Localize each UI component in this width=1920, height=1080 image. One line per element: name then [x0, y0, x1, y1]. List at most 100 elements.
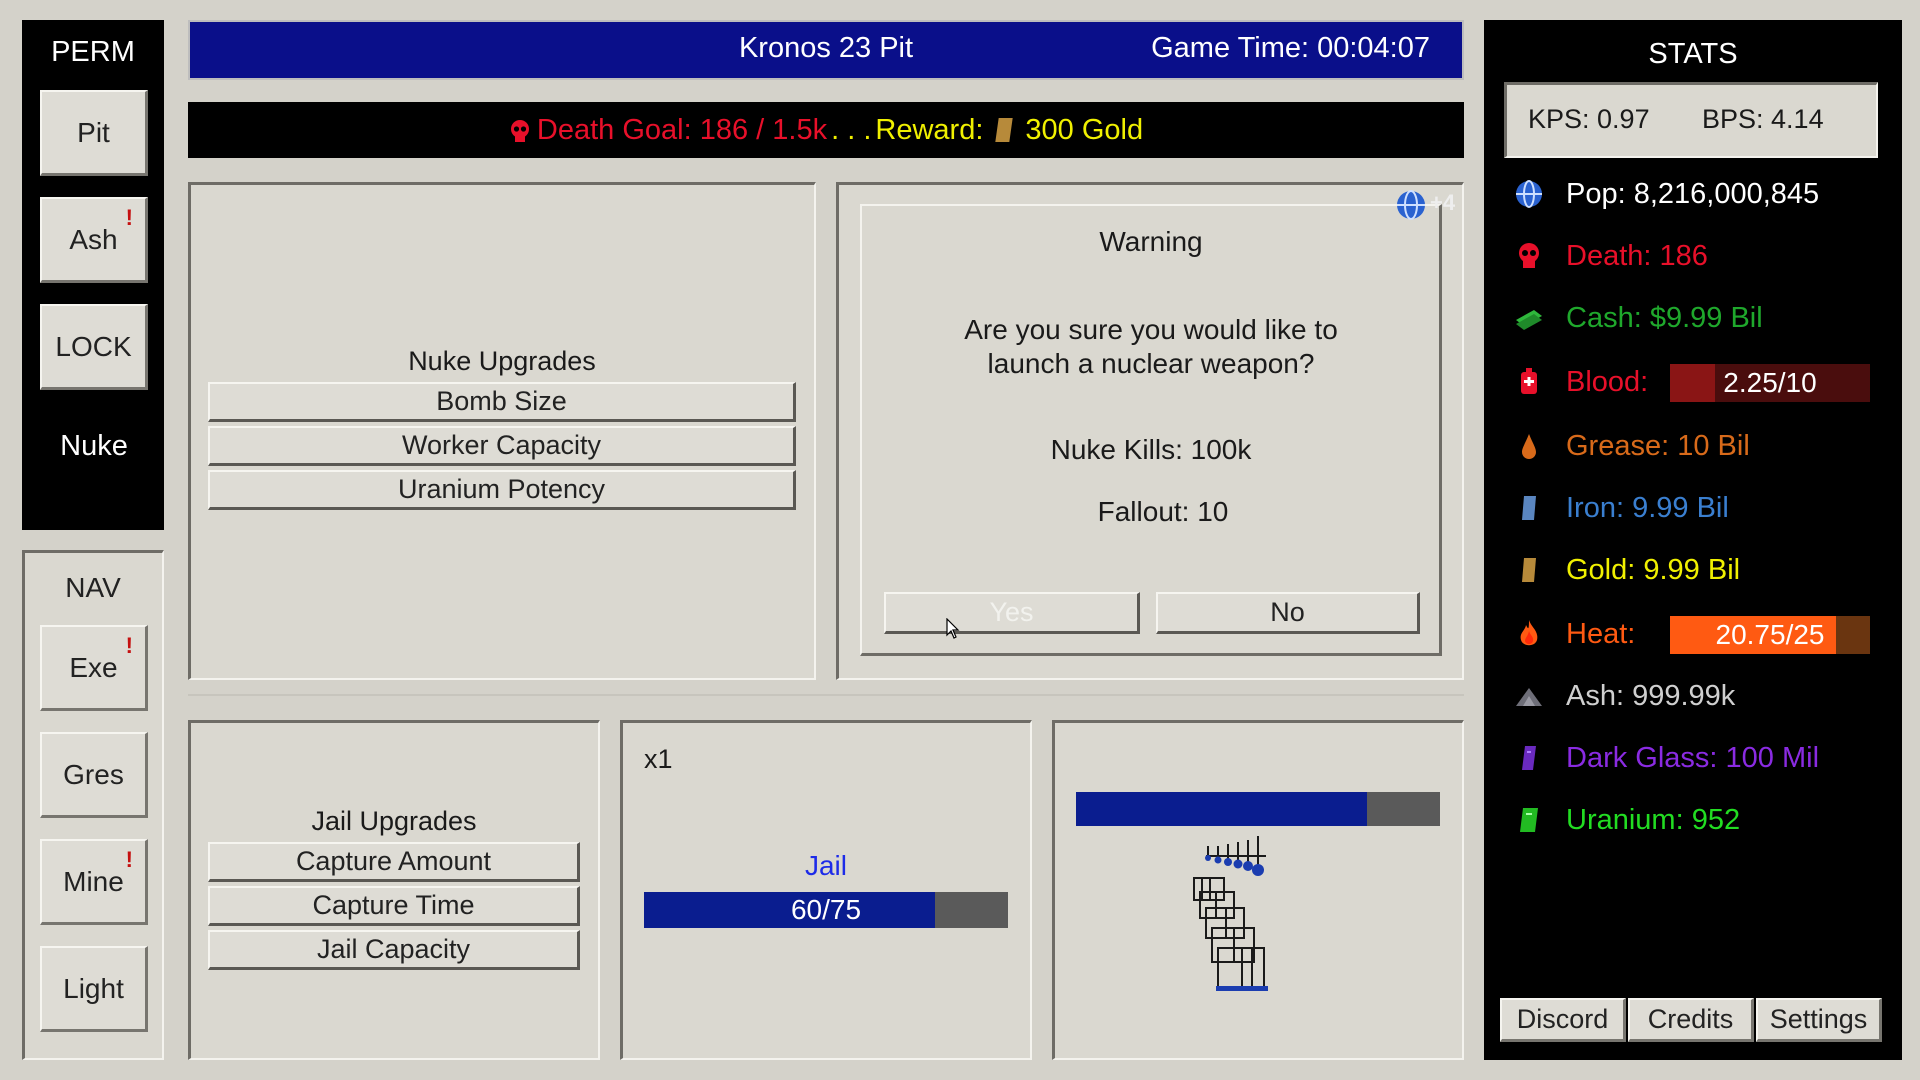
kps-text: KPS: 0.97: [1528, 104, 1650, 134]
stat-pop: Pop: 8,216,000,845: [1514, 174, 1819, 214]
gold-text: Gold: 9.99 Bil: [1566, 553, 1741, 586]
grease-drop-icon: [1514, 431, 1544, 461]
nav-title: NAV: [65, 572, 121, 603]
pop-text: Pop: 8,216,000,845: [1566, 177, 1820, 210]
reward-label: Reward:: [875, 113, 984, 146]
nav-item-mine[interactable]: Mine!: [40, 839, 148, 925]
perm-title: PERM: [51, 36, 135, 68]
dialog-title: Warning: [1099, 226, 1203, 257]
perm-item-pit[interactable]: Pit: [40, 90, 148, 176]
nav-item-gres[interactable]: Gres: [40, 732, 148, 818]
jail-progress-track: 60/75: [644, 892, 1008, 928]
stat-cash: Cash: $9.99 Bil: [1514, 298, 1763, 338]
fallout-text: Fallout: 10: [1097, 496, 1229, 527]
capture-amount-button[interactable]: Capture Amount: [208, 842, 580, 882]
goal-bar: Death Goal: 186 / 1.5k . . . Reward: 300…: [188, 102, 1464, 158]
gold-bar-icon: [1514, 555, 1544, 585]
cash-icon: [1514, 303, 1544, 333]
alert-icon: !: [125, 633, 133, 658]
stat-iron: Iron: 9.99 Bil: [1514, 488, 1729, 528]
jail-upgrades-title: Jail Upgrades: [311, 806, 477, 836]
alert-icon: !: [125, 847, 133, 872]
perm-item-lock[interactable]: LOCK: [40, 304, 148, 390]
discord-button[interactable]: Discord: [1500, 998, 1626, 1042]
iron-text: Iron: 9.99 Bil: [1566, 491, 1729, 524]
jail-multiplier: x1: [644, 744, 673, 774]
globe-icon[interactable]: [1394, 188, 1428, 222]
scene-progress-fill: [1076, 792, 1368, 826]
no-button[interactable]: No: [1156, 592, 1420, 634]
scene-progress-track: [1076, 792, 1440, 826]
globe-icon: [1514, 179, 1544, 209]
bps-text: BPS: 4.14: [1702, 104, 1824, 134]
nav-item-mine-label: Mine: [63, 865, 124, 897]
blood-value: 2.25/10: [1723, 367, 1817, 398]
game-time: Game Time: 00:04:07: [1151, 32, 1430, 64]
warning-dialog: [860, 204, 1442, 656]
blood-label: Blood:: [1566, 365, 1649, 398]
grease-text: Grease: 10 Bil: [1566, 429, 1750, 462]
dialog-message-line1: Are you sure you would like to: [964, 314, 1338, 345]
stats-title: STATS: [1648, 38, 1738, 70]
nuke-kills-text: Nuke Kills: 100k: [1050, 434, 1252, 465]
jail-capacity-button[interactable]: Jail Capacity: [208, 930, 580, 970]
perm-item-lock-label: LOCK: [55, 330, 132, 362]
nav-item-light[interactable]: Light: [40, 946, 148, 1032]
flame-icon: [1514, 619, 1544, 649]
jail-label: Jail: [804, 850, 847, 881]
goal-dots: . . .: [831, 113, 872, 146]
perm-item-nuke[interactable]: Nuke: [40, 430, 148, 463]
stat-gold: Gold: 9.99 Bil: [1514, 550, 1740, 590]
jail-cages-graphic: [1186, 836, 1294, 996]
nuke-upgrades-title: Nuke Upgrades: [408, 346, 596, 376]
cash-text: Cash: $9.99 Bil: [1566, 301, 1763, 334]
perm-item-ash[interactable]: Ash!: [40, 197, 148, 283]
uranium-text: Uranium: 952: [1566, 803, 1741, 836]
alert-icon: !: [125, 205, 133, 230]
heat-value: 20.75/25: [1715, 619, 1825, 650]
ash-text: Ash: 999.99k: [1566, 679, 1736, 712]
cursor-icon: [946, 617, 962, 640]
jail-progress-text: 60/75: [790, 894, 862, 925]
globe-badge: +4: [1430, 190, 1456, 215]
perm-item-pit-label: Pit: [77, 116, 110, 148]
nav-item-light-label: Light: [63, 972, 124, 1004]
stat-ash: Ash: 999.99k: [1514, 676, 1735, 716]
stat-uranium: Uranium: 952: [1514, 800, 1740, 840]
nav-item-gres-label: Gres: [63, 758, 124, 790]
mid-divider: [188, 694, 1464, 696]
ash-pile-icon: [1514, 681, 1544, 711]
iron-bar-icon: [1514, 493, 1544, 523]
uranium-bar-icon: [1514, 805, 1544, 835]
stat-dark-glass: Dark Glass: 100 Mil: [1514, 738, 1819, 778]
perm-item-nuke-label: Nuke: [60, 430, 128, 462]
blood-bar-track: 2.25/10: [1670, 364, 1870, 402]
stat-grease: Grease: 10 Bil: [1514, 426, 1750, 466]
perm-item-ash-label: Ash: [69, 223, 118, 255]
settings-button[interactable]: Settings: [1756, 998, 1882, 1042]
stat-blood: Blood:: [1514, 362, 1648, 402]
skull-icon: [1514, 241, 1544, 271]
jail-panel: [620, 720, 1032, 1060]
reward-value: 300 Gold: [1025, 113, 1144, 146]
dark-glass-icon: [1514, 743, 1544, 773]
stat-heat: Heat:: [1514, 614, 1635, 654]
stat-death: Death: 186: [1514, 236, 1708, 276]
heat-bar-track: 20.75/25: [1670, 616, 1870, 654]
death-goal-text: Death Goal: 186 / 1.5k: [536, 113, 828, 146]
gold-bar-icon: [995, 118, 1014, 142]
bomb-size-button[interactable]: Bomb Size: [208, 382, 796, 422]
skull-icon: [509, 118, 531, 142]
death-text: Death: 186: [1566, 239, 1708, 272]
dark-glass-text: Dark Glass: 100 Mil: [1566, 741, 1820, 774]
capture-time-button[interactable]: Capture Time: [208, 886, 580, 926]
uranium-potency-button[interactable]: Uranium Potency: [208, 470, 796, 510]
credits-button[interactable]: Credits: [1628, 998, 1754, 1042]
nav-item-exe[interactable]: Exe!: [40, 625, 148, 711]
blood-bag-icon: [1514, 367, 1544, 397]
nav-item-exe-label: Exe: [69, 651, 118, 683]
yes-button[interactable]: Yes: [884, 592, 1140, 634]
heat-label: Heat:: [1566, 617, 1636, 650]
worker-capacity-button[interactable]: Worker Capacity: [208, 426, 796, 466]
dialog-message-line2: launch a nuclear weapon?: [987, 348, 1315, 379]
